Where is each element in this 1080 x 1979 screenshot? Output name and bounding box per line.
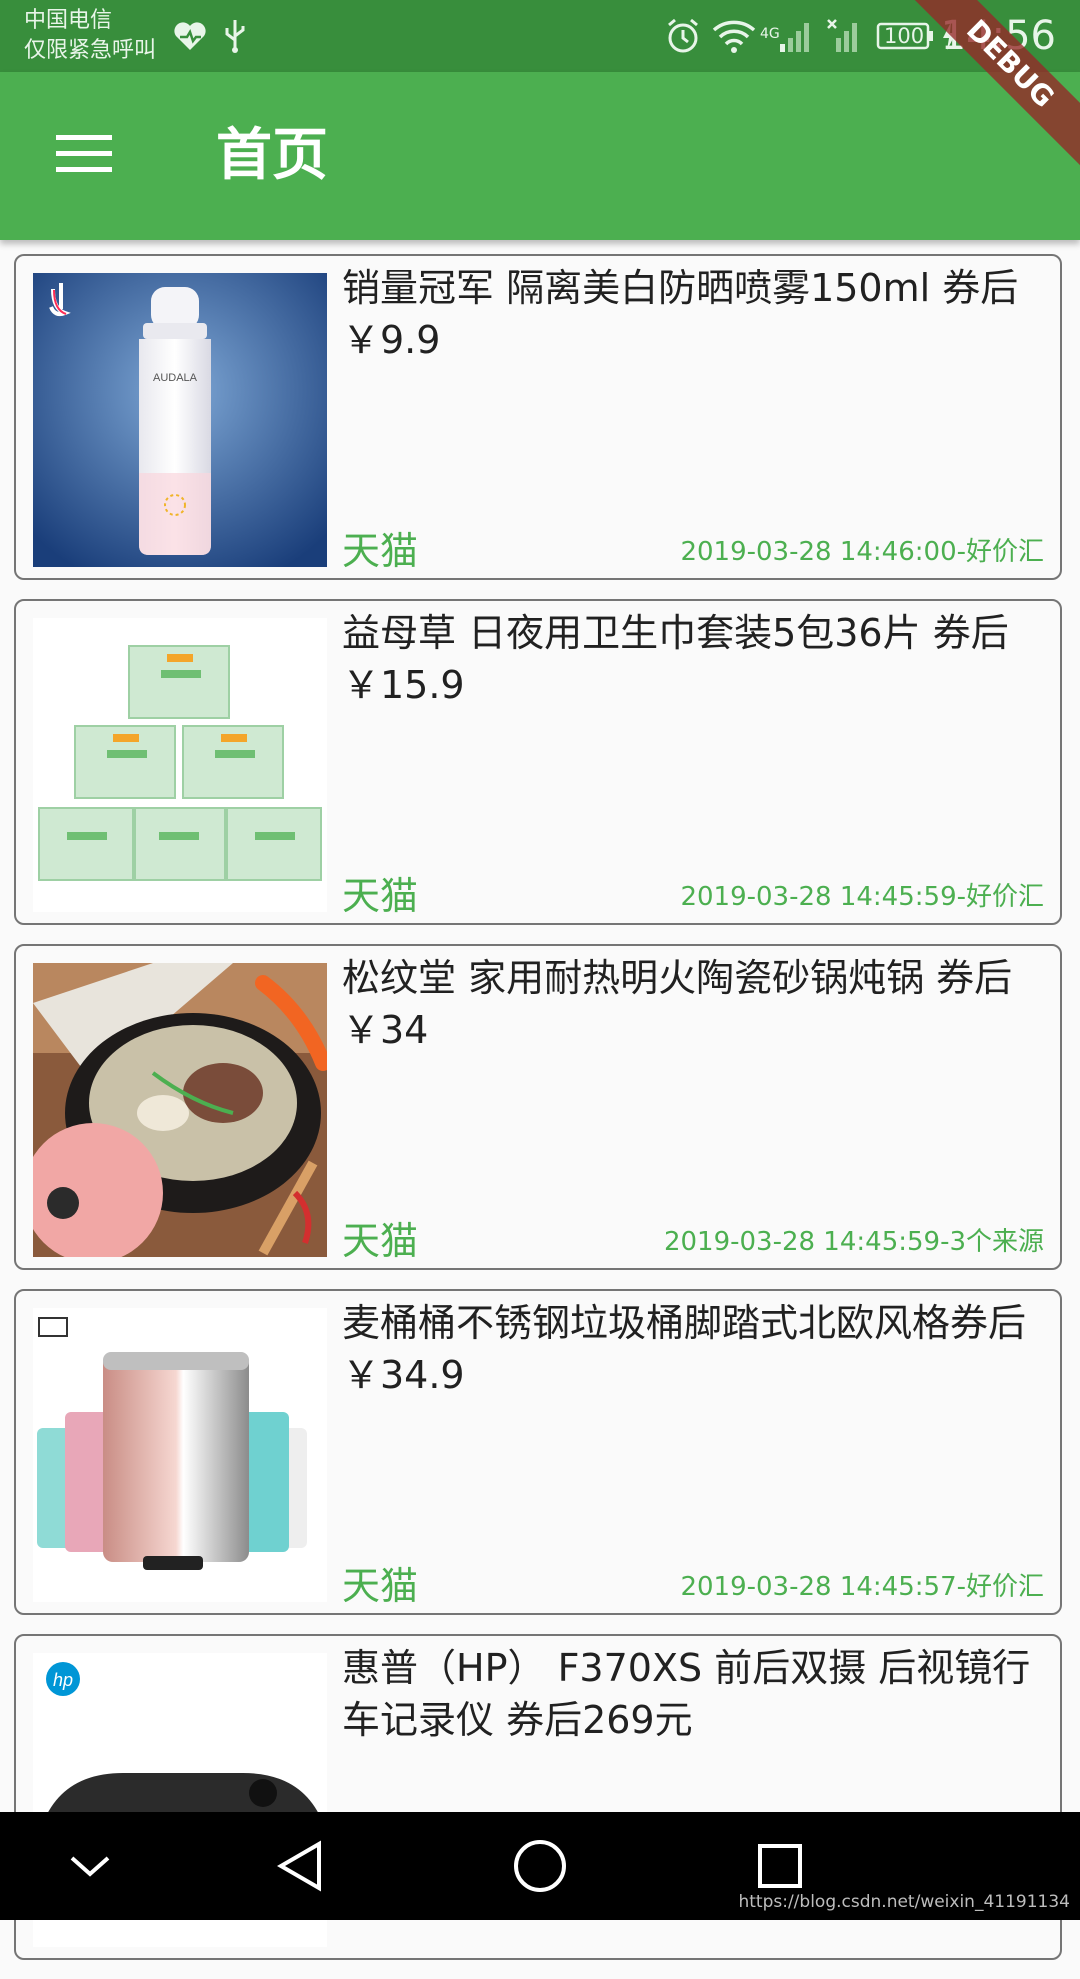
product-meta: 2019-03-28 14:45:57-好价汇 [680, 1572, 1044, 1602]
product-title: 麦桶桶不锈钢垃圾桶脚踏式北欧风格券后￥34.9 [342, 1301, 1027, 1397]
clock: 14:56 [940, 13, 1056, 59]
carrier-name: 中国电信 [24, 8, 113, 33]
product-source: 天猫 [342, 874, 419, 918]
status-bar: 中国电信 仅限紧急呼叫 4G 100 14:56 [0, 0, 1080, 72]
product-meta: 2019-03-28 14:45:59-好价汇 [680, 882, 1044, 912]
svg-text:hp: hp [53, 1670, 73, 1690]
menu-icon [56, 133, 112, 179]
clay-pot-icon [33, 963, 327, 1257]
alarm-icon [664, 16, 702, 56]
product-title: 松纹堂 家用耐热明火陶瓷砂锅炖锅 券后￥34 [342, 956, 1013, 1052]
carrier-info: 中国电信 仅限紧急呼叫 [24, 6, 156, 66]
collapse-button[interactable] [58, 1836, 122, 1900]
product-card[interactable]: 麦桶桶不锈钢垃圾桶脚踏式北欧风格券后￥34.9 天猫 2019-03-28 14… [14, 1289, 1062, 1615]
signal-icon [826, 16, 862, 56]
page-title: 首页 [216, 123, 328, 188]
product-title: 惠普（HP） F370XS 前后双摄 后视镜行车记录仪 券后269元 [342, 1646, 1031, 1742]
product-source: 天猫 [342, 529, 419, 573]
carrier-status: 仅限紧急呼叫 [24, 38, 157, 63]
product-title: 销量冠军 隔离美白防晒喷雾150ml 券后￥9.9 [342, 266, 1019, 362]
product-thumbnail: AUDALA [33, 273, 327, 567]
heart-icon [172, 16, 208, 56]
home-button[interactable] [508, 1836, 572, 1900]
wifi-icon [712, 16, 756, 56]
product-card[interactable]: AUDALA 销量冠军 隔离美白防晒喷雾150ml 券后￥9.9 天猫 2019… [14, 254, 1062, 580]
usb-icon [222, 16, 248, 56]
trash-can-icon [33, 1308, 327, 1602]
network-type: 4G [760, 26, 780, 42]
product-title: 益母草 日夜用卫生巾套装5包36片 券后￥15.9 [342, 611, 1009, 707]
recents-icon [756, 1842, 804, 1894]
pad-boxes-icon [33, 618, 327, 912]
product-list: AUDALA 销量冠军 隔离美白防晒喷雾150ml 券后￥9.9 天猫 2019… [14, 254, 1066, 1979]
watermark: https://blog.csdn.net/weixin_41191134 [738, 1892, 1070, 1912]
system-nav-bar: https://blog.csdn.net/weixin_41191134 [0, 1812, 1080, 1920]
product-thumbnail [33, 618, 327, 912]
spray-bottle-icon: AUDALA [33, 273, 327, 567]
app-bar: 首页 [0, 72, 1080, 240]
battery-level: 100 [884, 24, 925, 48]
recents-button[interactable] [748, 1836, 812, 1900]
product-thumbnail [33, 1308, 327, 1602]
home-icon [512, 1838, 568, 1898]
chevron-down-icon [68, 1852, 112, 1884]
product-card[interactable]: 益母草 日夜用卫生巾套装5包36片 券后￥15.9 天猫 2019-03-28 … [14, 599, 1062, 925]
product-source: 天猫 [342, 1564, 419, 1608]
product-card[interactable]: 松纹堂 家用耐热明火陶瓷砂锅炖锅 券后￥34 天猫 2019-03-28 14:… [14, 944, 1062, 1270]
svg-text:AUDALA: AUDALA [153, 372, 198, 384]
product-meta: 2019-03-28 14:45:59-3个来源 [663, 1227, 1044, 1257]
signal-icon [778, 16, 814, 56]
product-meta: 2019-03-28 14:46:00-好价汇 [680, 537, 1044, 567]
menu-button[interactable] [40, 120, 128, 192]
product-thumbnail [33, 963, 327, 1257]
back-icon [275, 1840, 325, 1896]
back-button[interactable] [268, 1836, 332, 1900]
product-source: 天猫 [342, 1219, 419, 1263]
